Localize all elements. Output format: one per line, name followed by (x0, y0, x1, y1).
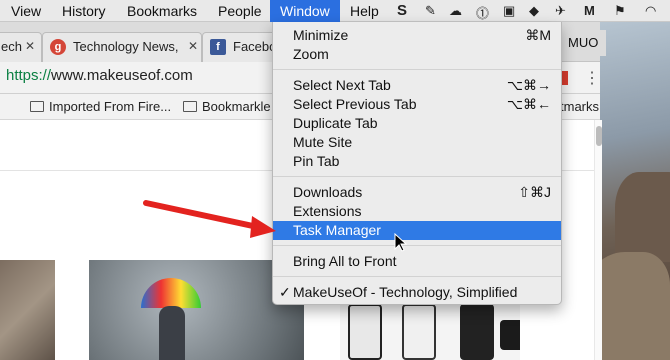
annotation-arrow-icon (143, 200, 276, 238)
arrow-shaft (143, 200, 265, 231)
mouse-cursor-icon (394, 233, 408, 252)
arrow-head (250, 216, 276, 238)
